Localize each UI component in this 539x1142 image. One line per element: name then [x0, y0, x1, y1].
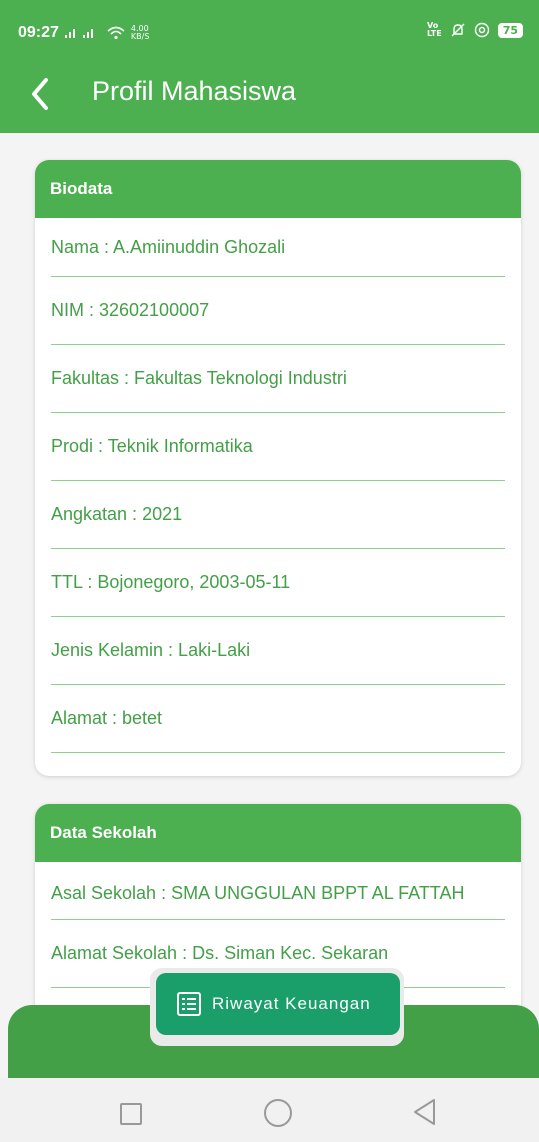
- net-speed-unit: KB/S: [130, 32, 150, 41]
- biodata-row-ttl: TTL : Bojonegoro, 2003-05-11: [51, 549, 505, 617]
- biodata-row-alamat: Alamat : betet: [51, 685, 505, 753]
- status-left: 09:27 4.00 KB/S: [18, 24, 149, 42]
- app-bar: Profil Mahasiswa: [0, 60, 539, 133]
- home-icon[interactable]: [264, 1099, 292, 1127]
- biodata-row-prodi: Prodi : Teknik Informatika: [51, 413, 505, 481]
- wifi-icon: [107, 26, 125, 40]
- status-time: 09:27: [18, 24, 59, 41]
- net-speed: 4.00 KB/S: [131, 25, 150, 41]
- sekolah-header: Data Sekolah: [35, 804, 521, 862]
- back-arrow-icon[interactable]: [26, 74, 60, 114]
- notification-off-icon: [451, 23, 465, 37]
- biodata-header: Biodata: [35, 160, 521, 218]
- list-icon: [177, 992, 201, 1016]
- volte-bottom: LTE: [426, 29, 442, 38]
- nav-back-icon[interactable]: [412, 1098, 436, 1126]
- at-icon: [474, 22, 489, 38]
- status-right: Vo LTE 75: [427, 22, 523, 38]
- signal-icon: [64, 29, 93, 38]
- biodata-row-nim: NIM : 32602100007: [51, 277, 505, 345]
- volte-label: Vo LTE: [427, 22, 442, 38]
- sekolah-row-asal: Asal Sekolah : SMA UNGGULAN BPPT AL FATT…: [51, 862, 505, 920]
- status-bar: 09:27 4.00 KB/S Vo LTE 75: [0, 0, 539, 60]
- biodata-row-angkatan: Angkatan : 2021: [51, 481, 505, 549]
- recent-apps-icon[interactable]: [120, 1103, 142, 1125]
- system-nav-bar: [0, 1078, 539, 1142]
- biodata-row-nama: Nama : A.Amiinuddin Ghozali: [51, 218, 505, 277]
- page-title: Profil Mahasiswa: [92, 76, 297, 106]
- riwayat-keuangan-button-frame: Riwayat Keuangan: [150, 968, 404, 1046]
- biodata-row-jenis-kelamin: Jenis Kelamin : Laki-Laki: [51, 617, 505, 685]
- riwayat-keuangan-button[interactable]: Riwayat Keuangan: [156, 973, 400, 1035]
- riwayat-keuangan-label: Riwayat Keuangan: [212, 994, 371, 1013]
- biodata-row-fakultas: Fakultas : Fakultas Teknologi Industri: [51, 345, 505, 413]
- battery-indicator: 75: [497, 22, 523, 38]
- biodata-card: Biodata Nama : A.Amiinuddin Ghozali NIM …: [35, 160, 521, 776]
